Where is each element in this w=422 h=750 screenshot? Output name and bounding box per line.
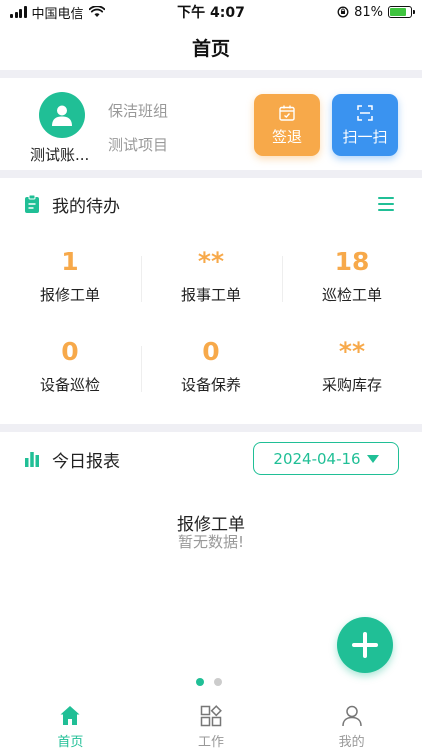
todo-item-device-maintenance[interactable]: 0 设备保养 [141, 336, 281, 395]
menu-icon[interactable] [378, 197, 394, 211]
todo-item-report[interactable]: ** 报事工单 [141, 246, 281, 305]
orientation-lock-icon [337, 6, 349, 18]
pager-dots [196, 678, 222, 686]
status-bar: 中国电信 下午 4:07 81% [0, 0, 422, 24]
signout-button[interactable]: 签退 [254, 94, 320, 156]
status-time: 下午 4:07 [177, 5, 245, 21]
team-name: 保洁班组 [108, 102, 169, 120]
todo-count: 0 [202, 337, 220, 366]
plus-icon [352, 632, 378, 658]
todo-label: 报事工单 [180, 286, 241, 304]
todo-count: ** [338, 337, 366, 366]
date-picker[interactable]: 2024-04-16 [253, 442, 399, 475]
add-button[interactable] [337, 617, 393, 673]
project-name: 测试项目 [108, 136, 169, 154]
todo-label: 报修工单 [39, 286, 100, 304]
todo-item-purchase-stock[interactable]: ** 采购库存 [282, 336, 422, 395]
signal-icon [10, 6, 27, 18]
battery-percent: 81% [354, 4, 383, 20]
bar-chart-icon [25, 452, 39, 467]
caret-down-icon [366, 454, 379, 463]
tab-home[interactable]: 首页 [0, 698, 141, 750]
tab-label: 首页 [57, 735, 84, 750]
grid-divider [282, 256, 283, 302]
nav-bar: 首页 [0, 24, 422, 70]
todo-label: 设备保养 [180, 376, 241, 394]
todo-label: 设备巡检 [39, 376, 100, 394]
carrier-label: 中国电信 [31, 6, 84, 22]
user-name: 测试账... [30, 146, 90, 164]
todo-item-repair[interactable]: 1 报修工单 [0, 246, 140, 305]
grid-divider [141, 346, 142, 392]
tab-mine[interactable]: 我的 [281, 698, 422, 750]
battery-icon [388, 6, 415, 18]
todo-header: 我的待办 [0, 184, 422, 224]
page-title: 首页 [191, 37, 230, 60]
todo-item-inspection[interactable]: 18 巡检工单 [282, 246, 422, 305]
divider [0, 424, 422, 432]
date-value: 2024-04-16 [273, 449, 361, 468]
calendar-check-icon [279, 105, 295, 121]
tab-bar: 首页 工作 我的 [0, 698, 422, 750]
empty-state-text: 暂无数据! [177, 533, 244, 551]
clipboard-icon [25, 194, 39, 213]
todo-grid: 1 报修工单 ** 报事工单 18 巡检工单 0 设备巡检 0 设备保养 ** … [0, 246, 422, 406]
grid-divider [141, 256, 142, 302]
todo-count: 0 [61, 337, 79, 366]
divider [0, 170, 422, 178]
pager-dot-active[interactable] [196, 678, 204, 686]
tab-work[interactable]: 工作 [141, 698, 282, 750]
report-title: 今日报表 [52, 451, 120, 472]
tab-label: 工作 [198, 735, 225, 750]
wifi-icon [88, 6, 105, 17]
scan-label: 扫一扫 [342, 127, 388, 146]
todo-title: 我的待办 [52, 196, 120, 217]
avatar[interactable] [39, 92, 85, 138]
todo-count: 1 [61, 247, 79, 276]
scan-button[interactable]: 扫一扫 [332, 94, 398, 156]
pager-dot[interactable] [214, 678, 222, 686]
todo-count: ** [197, 247, 225, 276]
grid-icon [200, 705, 222, 727]
tab-label: 我的 [338, 735, 365, 750]
todo-label: 采购库存 [321, 376, 382, 394]
user-icon [52, 105, 72, 126]
profile-card: 测试账... 保洁班组 测试项目 签退 扫一扫 [0, 78, 422, 170]
person-icon [341, 705, 362, 727]
signout-label: 签退 [271, 127, 302, 146]
divider [0, 70, 422, 78]
todo-item-device-inspection[interactable]: 0 设备巡检 [0, 336, 140, 395]
home-icon [60, 706, 80, 725]
todo-count: 18 [334, 247, 370, 276]
todo-label: 巡检工单 [321, 286, 382, 304]
scan-icon [357, 104, 373, 121]
